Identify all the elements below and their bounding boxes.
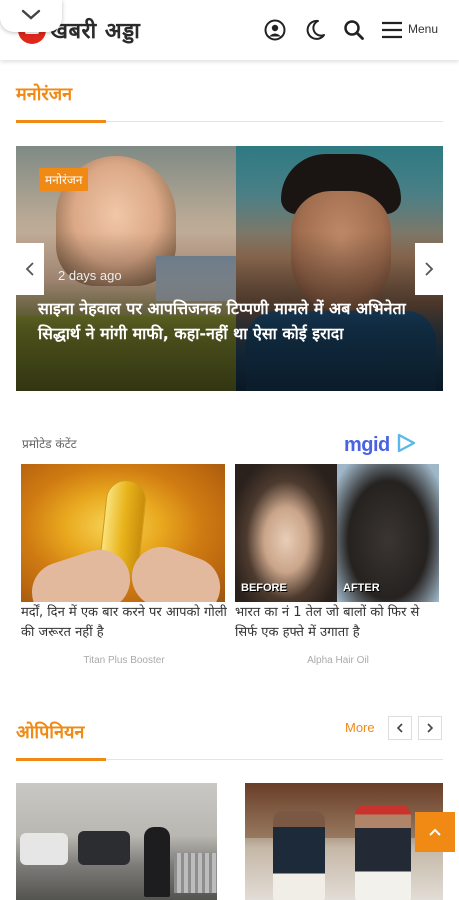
promo-image-2[interactable]: BEFORE AFTER: [235, 464, 439, 602]
featured-slider[interactable]: मनोरंजन 2 days ago साइना नेहवाल पर आपत्त…: [16, 146, 443, 391]
category-badge[interactable]: मनोरंजन: [39, 168, 89, 191]
search-icon[interactable]: [342, 18, 366, 42]
chevron-right-icon: [427, 723, 434, 733]
slide-time: 2 days ago: [58, 268, 122, 283]
play-triangle-icon: [397, 433, 416, 453]
promo-image-1[interactable]: [21, 464, 225, 602]
collapse-toggle[interactable]: [0, 0, 62, 32]
menu-label[interactable]: Menu: [408, 22, 438, 36]
section-divider-accent: [16, 120, 106, 123]
section-title-opinion[interactable]: ओपिनियन: [16, 720, 84, 744]
mgid-logo-text: mgid: [344, 434, 390, 456]
chevron-right-icon: [425, 262, 434, 276]
chevron-up-icon: [429, 828, 441, 836]
after-label: AFTER: [343, 582, 380, 594]
user-icon[interactable]: [263, 18, 287, 42]
opinion-image-1[interactable]: [16, 783, 217, 900]
promo-source-2[interactable]: Alpha Hair Oil: [235, 655, 441, 666]
moon-icon[interactable]: [303, 18, 327, 42]
mgid-logo[interactable]: mgid: [344, 432, 417, 457]
slide-headline[interactable]: साइना नेहवाल पर आपत्तिजनक टिप्पणी मामले …: [38, 296, 433, 346]
hamburger-icon[interactable]: [380, 18, 404, 42]
chevron-left-icon: [396, 723, 403, 733]
promo-title-2[interactable]: भारत का नं 1 तेल जो बालों को फिर से सिर्…: [235, 603, 441, 643]
scroll-to-top-button[interactable]: [415, 812, 455, 852]
section-divider-accent: [16, 758, 106, 761]
before-label: BEFORE: [241, 582, 287, 594]
opinion-next-button[interactable]: [418, 716, 442, 740]
promo-source-1[interactable]: Titan Plus Booster: [21, 655, 227, 666]
logo-text: खबरी अड्डा: [50, 18, 141, 44]
promo-title-1[interactable]: मर्दों, दिन में एक बार करने पर आपको गोली…: [21, 603, 227, 643]
chevron-down-icon: [21, 9, 41, 20]
chevron-left-icon: [25, 262, 34, 276]
site-header: खबरी अड्डा Menu: [0, 0, 459, 60]
slider-next-button[interactable]: [415, 243, 443, 295]
more-link[interactable]: More: [345, 720, 375, 735]
opinion-prev-button[interactable]: [388, 716, 412, 740]
opinion-image-2[interactable]: [245, 783, 443, 900]
slider-prev-button[interactable]: [16, 243, 44, 295]
section-title-entertainment[interactable]: मनोरंजन: [16, 82, 72, 106]
promoted-content-label: प्रमोटेड कंटेंट: [22, 437, 77, 451]
